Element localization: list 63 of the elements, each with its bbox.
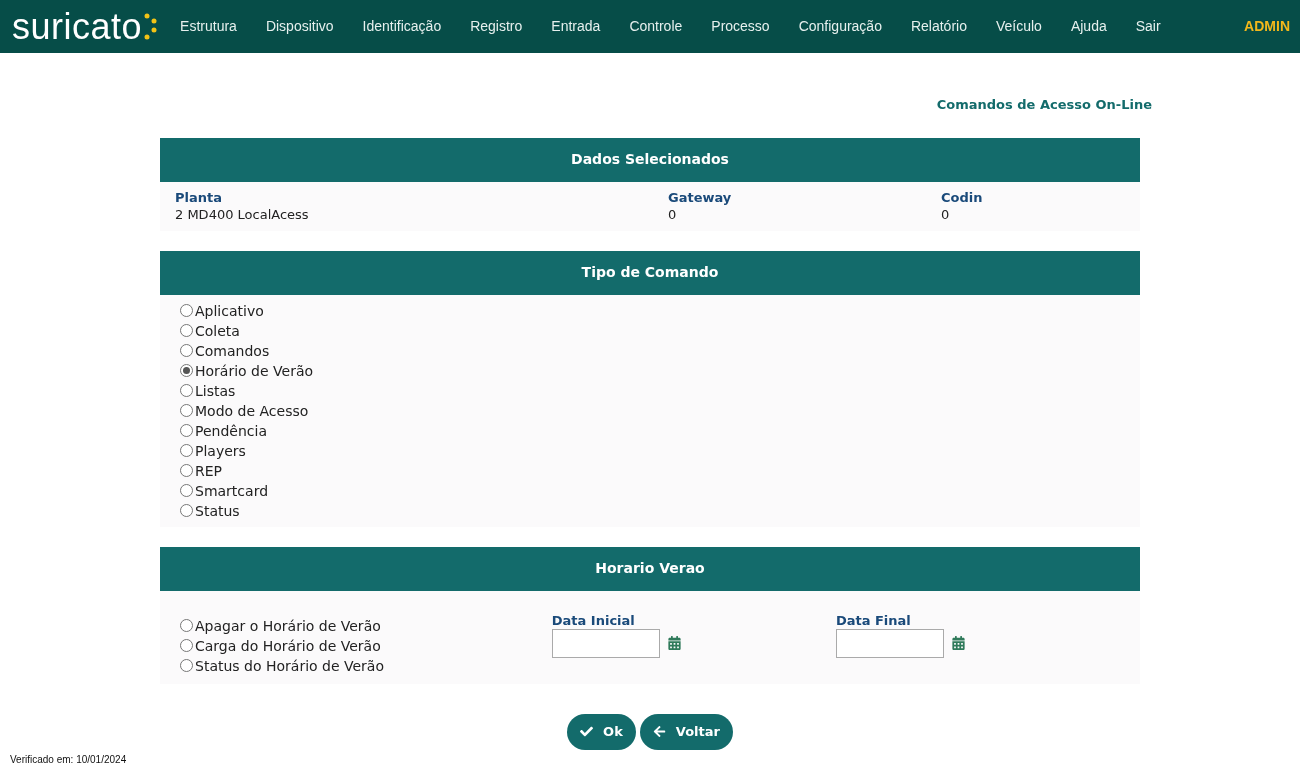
radio-label: Listas	[195, 381, 236, 401]
nav-link[interactable]: Dispositivo	[265, 16, 334, 37]
radio-button[interactable]	[180, 464, 193, 477]
nav-link[interactable]: Sair	[1135, 16, 1161, 37]
nav-link[interactable]: Ajuda	[1070, 16, 1107, 37]
action-button[interactable]: Voltar	[639, 713, 733, 750]
radio-label: Pendência	[195, 421, 267, 441]
radio-button[interactable]	[180, 344, 193, 357]
radio-button[interactable]	[180, 324, 193, 337]
radio-label: Smartcard	[195, 481, 269, 501]
nav-link[interactable]: Processo	[711, 16, 770, 37]
section-header: Tipo de Comando	[160, 250, 1140, 295]
field-label: Data Final	[835, 612, 912, 629]
section-header: Horario Verao	[160, 546, 1140, 591]
radio-button[interactable]	[180, 304, 193, 317]
field-value: 0	[941, 205, 951, 224]
nav-link[interactable]: Registro	[470, 16, 523, 37]
nav-link[interactable]: Relatório	[910, 16, 967, 37]
radio-label: Comandos	[195, 341, 270, 361]
field-label: Gateway	[668, 188, 733, 206]
nav-link[interactable]: Veículo	[995, 16, 1042, 37]
nav-link[interactable]: Controle	[629, 16, 683, 37]
radio-button[interactable]	[180, 639, 193, 652]
radio-button[interactable]	[180, 504, 193, 517]
field-label: Data Inicial	[551, 612, 636, 629]
nav-link[interactable]: Estrutura	[180, 16, 237, 37]
verification-date: Verificado em: 10/01/2024	[10, 753, 127, 767]
radio-button[interactable]	[180, 619, 193, 632]
calendar-icon[interactable]	[951, 636, 965, 650]
radio-button[interactable]	[180, 424, 193, 437]
radio-label: Coleta	[195, 321, 240, 341]
arrow-left-icon	[652, 725, 666, 738]
radio-label: Horário de Verão	[195, 361, 314, 381]
page-title: Comandos de Acesso On-Line	[936, 96, 1152, 114]
radio-button[interactable]	[180, 444, 193, 457]
radio-label: Status	[195, 501, 240, 521]
radio-button[interactable]	[180, 484, 193, 497]
date-field[interactable]	[835, 628, 944, 658]
radio-label: Carga do Horário de Verão	[195, 636, 381, 656]
field-label: Planta	[175, 188, 223, 206]
field-value: 2 MD400 LocalAcess	[175, 205, 310, 224]
radio-button[interactable]	[180, 659, 193, 672]
radio-label: Modo de Acesso	[195, 401, 309, 421]
field-value: 0	[668, 205, 678, 224]
action-button[interactable]: Ok	[567, 713, 636, 750]
logo[interactable]: suricato	[12, 6, 161, 47]
user-name[interactable]: ADMIN	[1244, 16, 1290, 37]
radio-button[interactable]	[180, 364, 193, 377]
radio-label: Players	[195, 441, 246, 461]
radio-button[interactable]	[180, 384, 193, 397]
nav-link[interactable]: Identificação	[362, 16, 442, 37]
section-header: Dados Selecionados	[160, 137, 1140, 182]
nav-link[interactable]: Configuração	[798, 16, 882, 37]
field-label: Codin	[941, 188, 984, 206]
radio-button[interactable]	[180, 404, 193, 417]
radio-label: REP	[195, 461, 222, 481]
radio-label: Status do Horário de Verão	[195, 656, 384, 676]
radio-label: Apagar o Horário de Verão	[195, 616, 381, 636]
check-icon	[580, 725, 594, 738]
radio-label: Aplicativo	[195, 301, 264, 321]
date-field[interactable]	[551, 628, 660, 658]
calendar-icon[interactable]	[667, 636, 681, 650]
nav-link[interactable]: Entrada	[551, 16, 601, 37]
